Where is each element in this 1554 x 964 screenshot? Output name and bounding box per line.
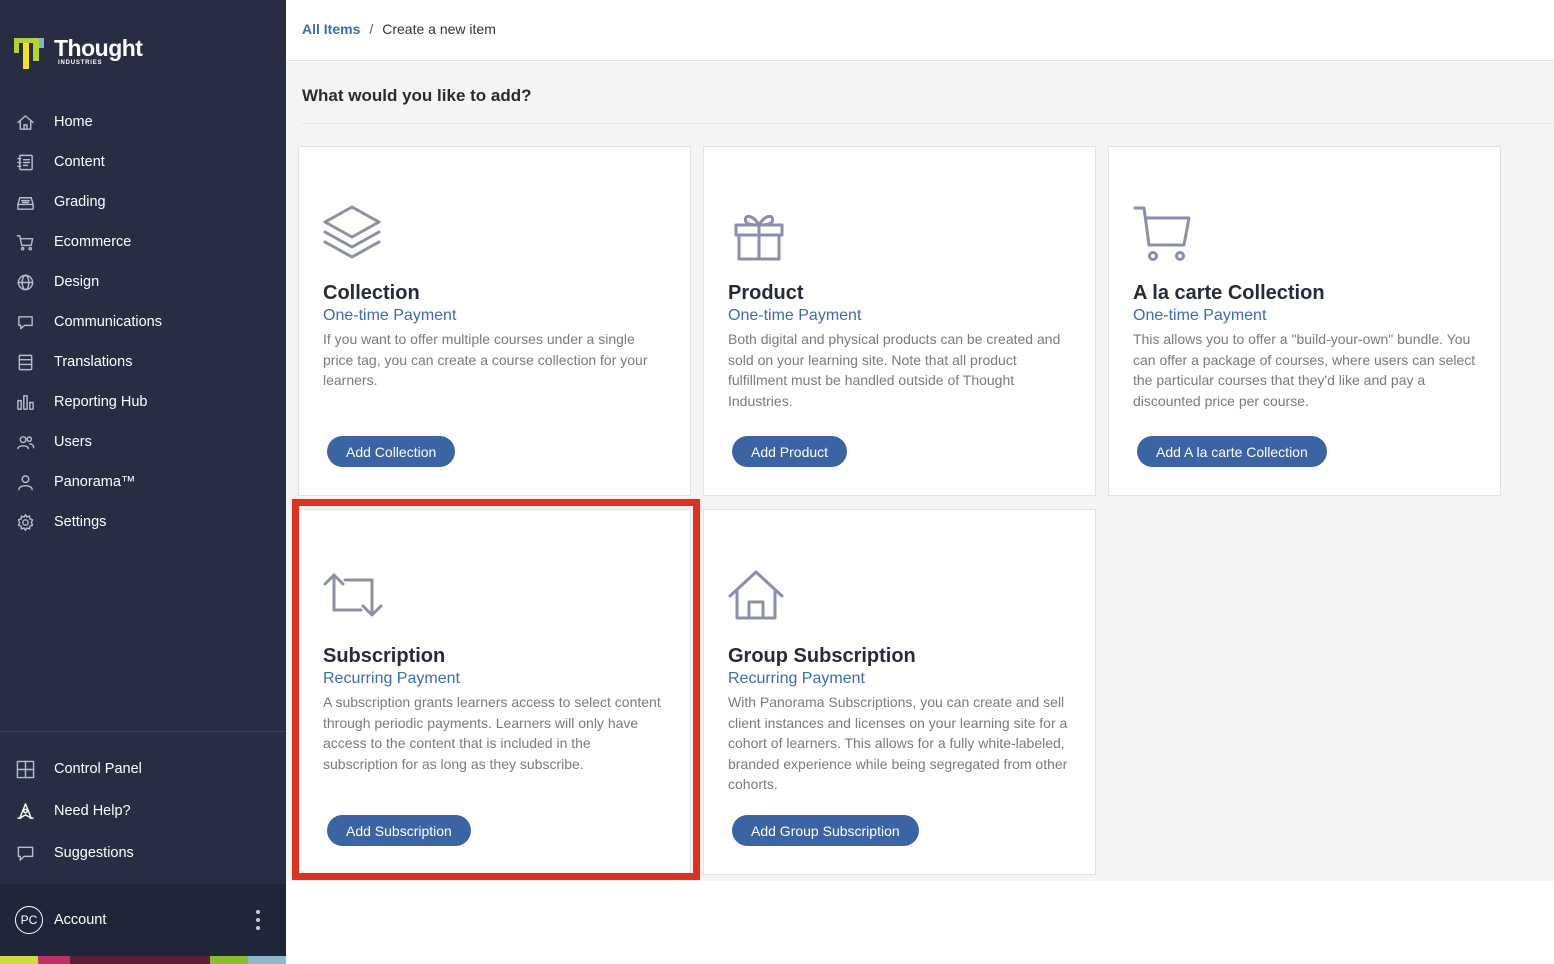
- card-subtitle: One-time Payment: [323, 307, 457, 324]
- brand-name: Thought: [54, 35, 143, 61]
- sidebar-item-label: Communications: [54, 314, 162, 330]
- sidebar-item-panorama[interactable]: Panorama™: [0, 462, 286, 502]
- card-description: A subscription grants learners access to…: [323, 694, 661, 772]
- sidebar-item-settings[interactable]: Settings: [0, 502, 286, 542]
- add-product-button[interactable]: Add Product: [732, 436, 848, 467]
- sidebar-item-control-panel[interactable]: Control Panel: [0, 748, 286, 790]
- grid-icon: [15, 759, 35, 779]
- breadcrumb: All Items / Create a new item: [302, 21, 496, 37]
- sidebar-item-label: Panorama™: [54, 474, 136, 490]
- users-icon: [15, 432, 35, 452]
- card-title: Subscription: [323, 645, 446, 667]
- sidebar-item-label: Users: [54, 434, 92, 450]
- top-bar: All Items / Create a new item: [286, 0, 1554, 61]
- bar-chart-icon: [15, 392, 35, 412]
- sidebar-item-translations[interactable]: Translations: [0, 342, 286, 382]
- card-group-subscription: Group Subscription Recurring Payment Wit…: [703, 509, 1096, 875]
- gear-icon: [15, 512, 35, 532]
- sidebar-item-label: Design: [54, 274, 100, 290]
- sidebar-item-label: Control Panel: [54, 761, 142, 777]
- heading-divider: [302, 123, 1554, 124]
- logo-mark-icon: [14, 36, 48, 70]
- add-group-subscription-button[interactable]: Add Group Subscription: [732, 815, 919, 846]
- card-subtitle: Recurring Payment: [728, 670, 865, 687]
- sidebar-item-suggestions[interactable]: Suggestions: [0, 832, 286, 874]
- sidebar-item-ecommerce[interactable]: Ecommerce: [0, 222, 286, 262]
- sidebar-item-label: Translations: [54, 354, 133, 370]
- card-title: Group Subscription: [728, 645, 916, 667]
- card-description: This allows you to offer a "build-your-o…: [1133, 331, 1476, 409]
- user-icon: [15, 472, 35, 492]
- globe-icon: [15, 272, 35, 292]
- speech-bubble-icon: [15, 843, 35, 863]
- account-bar[interactable]: PC Account: [0, 884, 286, 956]
- help-icon: [15, 801, 35, 821]
- account-label: Account: [54, 912, 107, 928]
- sidebar-bottom-nav: Control Panel Need Help? Suggestions: [0, 748, 286, 874]
- breadcrumb-all-items-link[interactable]: All Items: [302, 21, 360, 37]
- sidebar: Thought INDUSTRIES Home Content Grading …: [0, 0, 286, 964]
- brand-color-strip: [0, 956, 286, 964]
- card-description: If you want to offer multiple courses un…: [323, 331, 648, 388]
- add-collection-button[interactable]: Add Collection: [327, 436, 456, 467]
- house-icon: [728, 566, 790, 628]
- card-subtitle: One-time Payment: [728, 307, 862, 324]
- sidebar-item-label: Reporting Hub: [54, 394, 148, 410]
- card-subtitle: One-time Payment: [1133, 307, 1267, 324]
- sidebar-item-content[interactable]: Content: [0, 142, 286, 182]
- card-a-la-carte-collection: A la carte Collection One-time Payment T…: [1108, 146, 1501, 496]
- content-icon: [15, 152, 35, 172]
- card-product: Product One-time Payment Both digital an…: [703, 146, 1096, 496]
- home-icon: [15, 112, 35, 132]
- card-title: Collection: [323, 282, 420, 304]
- brand-sub: INDUSTRIES: [58, 60, 103, 66]
- card-subtitle: Recurring Payment: [323, 670, 460, 687]
- card-title: A la carte Collection: [1133, 282, 1325, 304]
- sidebar-item-label: Ecommerce: [54, 234, 132, 250]
- card-subscription: Subscription Recurring Payment A subscri…: [298, 509, 691, 875]
- repeat-icon: [323, 566, 385, 628]
- card-collection: Collection One-time Payment If you want …: [298, 146, 691, 496]
- breadcrumb-separator: /: [369, 21, 374, 37]
- card-description: Both digital and physical products can b…: [728, 331, 1061, 409]
- more-options-icon[interactable]: [256, 910, 260, 930]
- gift-icon: [728, 203, 790, 265]
- sidebar-nav: Home Content Grading Ecommerce Design Co…: [0, 102, 286, 542]
- sidebar-item-need-help[interactable]: Need Help?: [0, 790, 286, 832]
- layers-icon: [323, 203, 385, 265]
- sidebar-divider: [0, 731, 286, 732]
- add-a-la-carte-collection-button[interactable]: Add A la carte Collection: [1137, 436, 1327, 467]
- shopping-cart-icon: [1133, 203, 1195, 265]
- grading-icon: [15, 192, 35, 212]
- breadcrumb-current: Create a new item: [382, 21, 496, 37]
- sidebar-item-home[interactable]: Home: [0, 102, 286, 142]
- sidebar-item-label: Home: [54, 114, 93, 130]
- sidebar-item-users[interactable]: Users: [0, 422, 286, 462]
- sidebar-item-communications[interactable]: Communications: [0, 302, 286, 342]
- sidebar-item-label: Suggestions: [54, 845, 134, 861]
- avatar: PC: [15, 906, 43, 934]
- sidebar-item-label: Need Help?: [54, 803, 131, 819]
- sidebar-item-label: Settings: [54, 514, 107, 530]
- add-subscription-button[interactable]: Add Subscription: [327, 815, 471, 846]
- card-title: Product: [728, 282, 804, 304]
- sidebar-item-design[interactable]: Design: [0, 262, 286, 302]
- translations-icon: [15, 352, 35, 372]
- cart-icon: [15, 232, 35, 252]
- thought-industries-logo[interactable]: Thought INDUSTRIES: [14, 35, 143, 70]
- sidebar-item-grading[interactable]: Grading: [0, 182, 286, 222]
- sidebar-item-label: Grading: [54, 194, 106, 210]
- sidebar-item-label: Content: [54, 154, 105, 170]
- sidebar-item-reporting-hub[interactable]: Reporting Hub: [0, 382, 286, 422]
- card-description: With Panorama Subscriptions, you can cre…: [728, 694, 1068, 792]
- page-title: What would you like to add?: [302, 86, 532, 105]
- chat-icon: [15, 312, 35, 332]
